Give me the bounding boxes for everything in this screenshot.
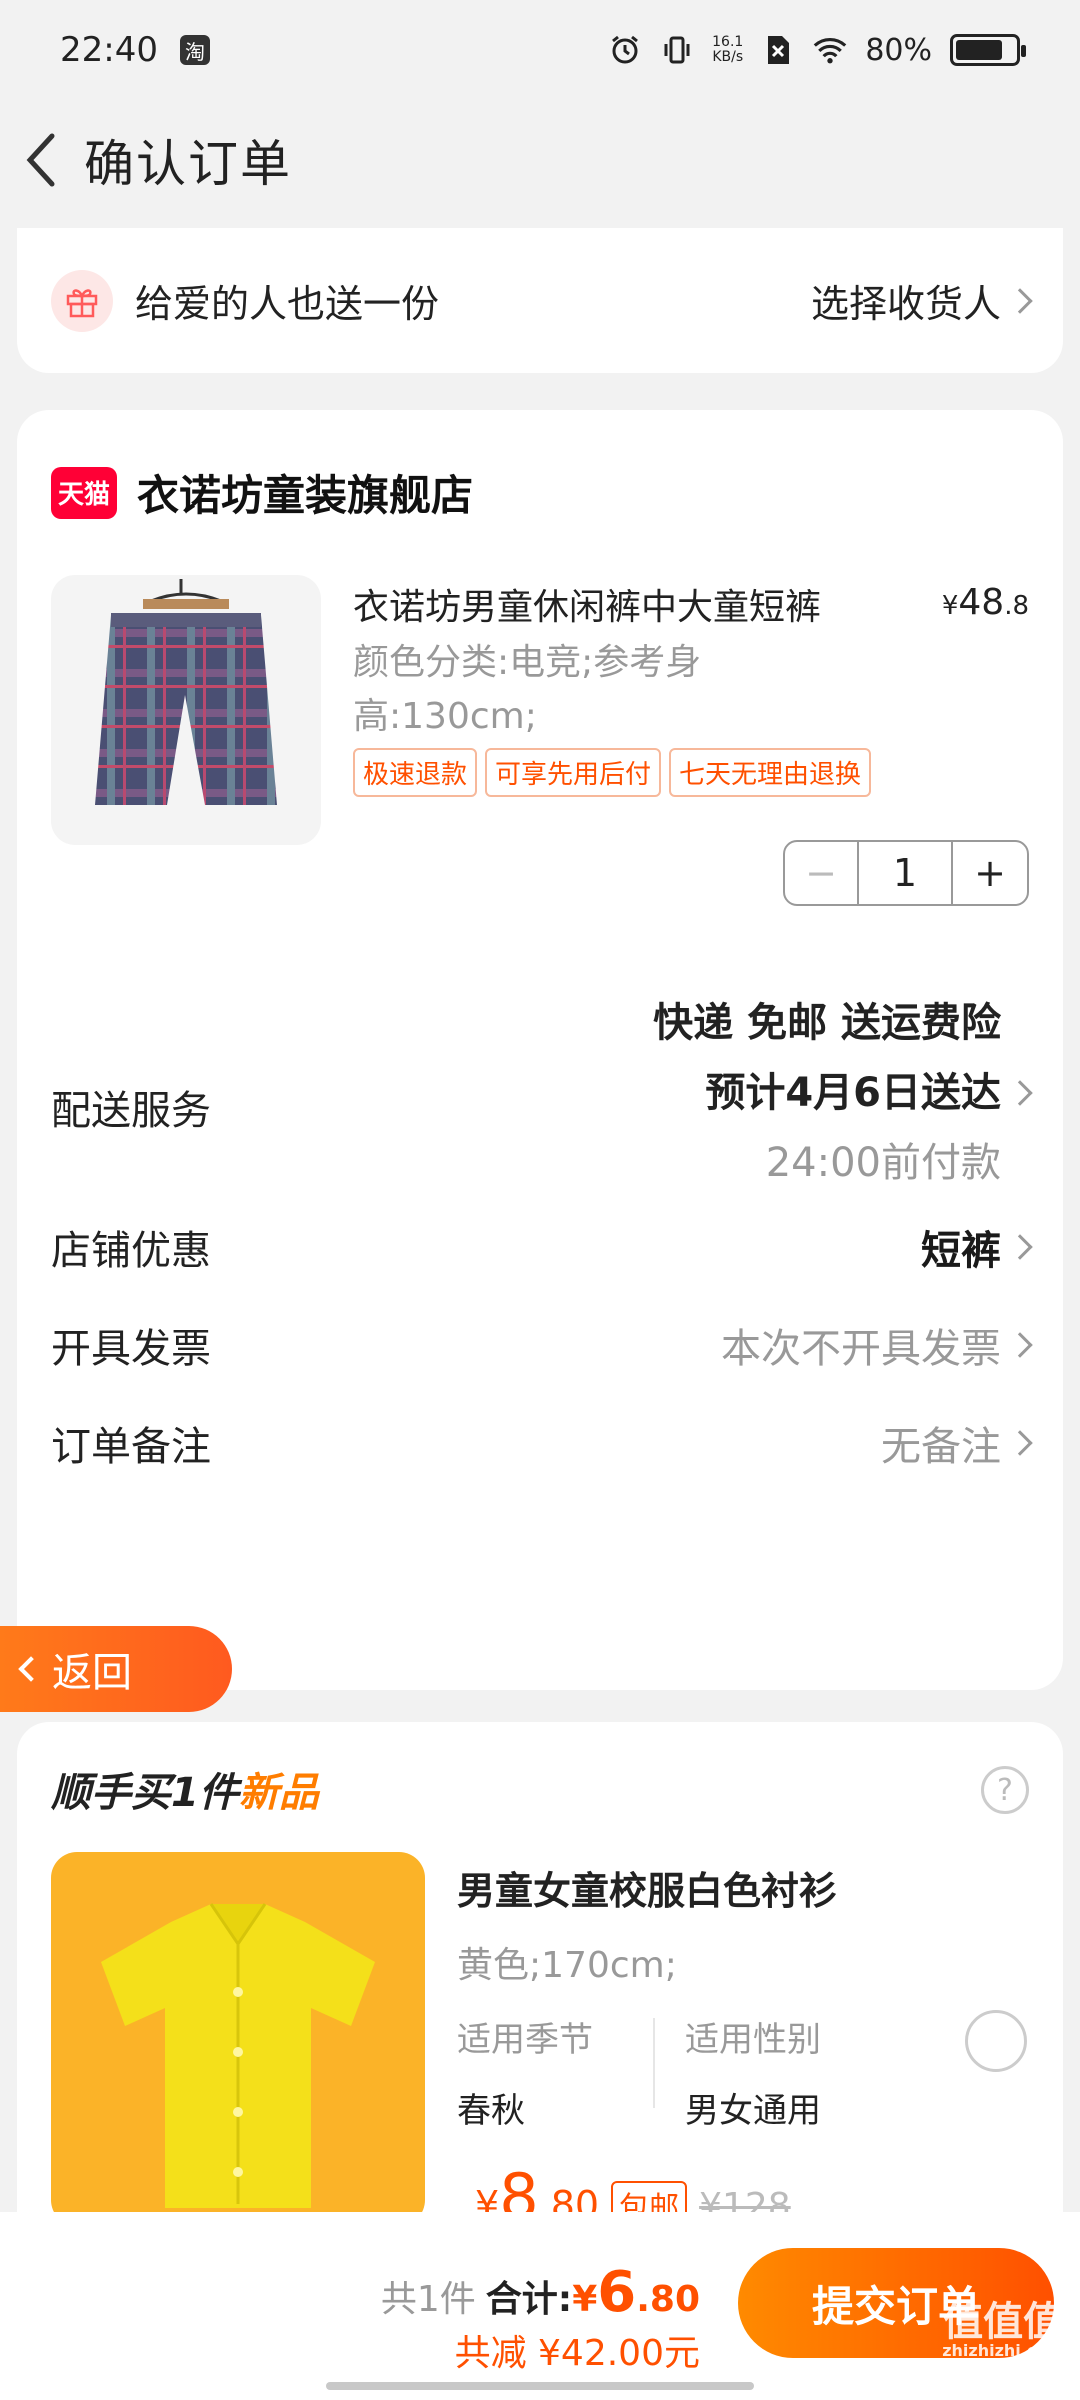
invoice-label: 开具发票: [51, 1326, 211, 1372]
attr-season: 适用季节 春秋: [457, 2012, 593, 2132]
order-note-row[interactable]: 订单备注 无备注: [51, 1414, 1033, 1472]
select-recipient-label: 选择收货人: [810, 282, 1001, 326]
shop-discount-value: 短裤: [921, 1218, 1033, 1276]
addon-product-name[interactable]: 男童女童校服白色衬衫: [457, 1860, 837, 1915]
tag-pay-later: 可享先用后付: [485, 748, 662, 797]
page-title: 确认订单: [84, 135, 292, 193]
increase-button[interactable]: +: [953, 842, 1027, 904]
order-card: 天猫 衣诺坊童装旗舰店 衣诺坊男童休闲裤中大童短裤 ¥48.8 颜色分类:电竞;…: [17, 410, 1063, 1690]
product-image[interactable]: [51, 575, 321, 845]
total-label: 合计:: [485, 2279, 573, 2320]
addon-product-sku: 黄色;170cm;: [457, 1945, 677, 1986]
chevron-right-icon: [1007, 1430, 1033, 1456]
quantity-stepper: − 1 +: [783, 840, 1029, 906]
attr-gender-value: 男女通用: [685, 2091, 821, 2131]
watermark-logo: 值值值 zhizhizhi.com: [942, 2299, 1064, 2360]
product-price: ¥48.8: [941, 582, 1029, 623]
attr-gender-key: 适用性别: [685, 2020, 821, 2060]
shop-header[interactable]: 天猫 衣诺坊童装旗舰店: [51, 462, 473, 523]
home-indicator[interactable]: [326, 2382, 754, 2390]
addon-section-title: 顺手买1件新品: [51, 1770, 319, 1816]
chevron-left-icon: [18, 1656, 44, 1682]
top-nav: 确认订单: [0, 110, 1080, 210]
decrease-button[interactable]: −: [785, 842, 859, 904]
attr-season-key: 适用季节: [457, 2020, 593, 2060]
attr-divider: [653, 2018, 655, 2108]
addon-product-image[interactable]: [51, 1852, 425, 2226]
product-sku[interactable]: 颜色分类:电竞;参考身高:130cm;: [353, 636, 773, 744]
shop-discount-row[interactable]: 店铺优惠 短裤: [51, 1218, 1033, 1276]
quantity-value[interactable]: 1: [859, 842, 953, 904]
payment-deadline: 24:00前付款: [765, 1140, 1001, 1186]
shop-discount-label: 店铺优惠: [51, 1228, 211, 1274]
bottom-checkout-bar: 共1件 合计: ¥6.80 共减 ¥42.00元 提交订单 值值值 zhizhiz…: [0, 2212, 1080, 2400]
addon-select-radio[interactable]: [965, 2010, 1027, 2072]
gift-section[interactable]: 给爱的人也送一份 选择收货人: [17, 228, 1063, 373]
wifi-icon: [813, 33, 847, 67]
item-count: 共1件: [380, 2279, 476, 2320]
alarm-icon: [608, 33, 642, 67]
tmall-logo: 天猫: [51, 466, 117, 519]
vibrate-icon: [660, 33, 694, 67]
shop-name: 衣诺坊童装旗舰店: [137, 471, 474, 520]
attr-gender: 适用性别 男女通用: [685, 2012, 821, 2132]
floating-back-label: 返回: [52, 1650, 132, 1696]
order-note-label: 订单备注: [51, 1424, 211, 1470]
chevron-right-icon: [1007, 287, 1033, 314]
status-time: 22:40: [60, 30, 158, 70]
tag-fast-refund: 极速退款: [353, 748, 478, 797]
total-saved: 共减 ¥42.00元: [454, 2333, 700, 2374]
select-recipient-button[interactable]: 选择收货人: [810, 273, 1033, 328]
delivery-details[interactable]: 快递 免邮 送运费险 预计4月6日送达 24:00前付款: [653, 988, 1033, 1198]
no-sim-icon: [761, 33, 795, 67]
floating-back-button[interactable]: 返回: [0, 1626, 232, 1712]
delivery-eta: 预计4月6日送达: [653, 1058, 1033, 1128]
product-title[interactable]: 衣诺坊男童休闲裤中大童短裤: [353, 578, 893, 630]
delivery-label: 配送服务: [51, 1088, 211, 1134]
service-tags: 极速退款 可享先用后付 七天无理由退换: [353, 748, 872, 797]
order-note-value: 无备注: [881, 1414, 1033, 1472]
chevron-right-icon: [1007, 1080, 1033, 1106]
chevron-right-icon: [1007, 1332, 1033, 1358]
battery-percent: 80%: [865, 32, 932, 68]
gift-text: 给爱的人也送一份: [135, 282, 440, 326]
network-speed: 16.1 KB/s: [712, 34, 744, 65]
order-total: 共1件 合计: ¥6.80: [381, 2260, 700, 2325]
chevron-right-icon: [1007, 1234, 1033, 1260]
battery-icon: [950, 34, 1026, 66]
tag-7day-return: 七天无理由退换: [669, 748, 872, 797]
status-bar: 22:40 淘 16.1 KB/s 80%: [0, 0, 1080, 100]
total-price: ¥6.80: [572, 2260, 700, 2325]
help-icon[interactable]: ?: [981, 1766, 1029, 1814]
taobao-notification-icon: 淘: [179, 35, 210, 65]
gift-icon: [51, 269, 113, 332]
back-arrow-icon[interactable]: [16, 130, 66, 190]
attr-season-value: 春秋: [457, 2091, 525, 2131]
invoice-value: 本次不开具发票: [721, 1316, 1033, 1374]
delivery-method: 快递 免邮 送运费险: [653, 1000, 1001, 1046]
invoice-row[interactable]: 开具发票 本次不开具发票: [51, 1316, 1033, 1374]
